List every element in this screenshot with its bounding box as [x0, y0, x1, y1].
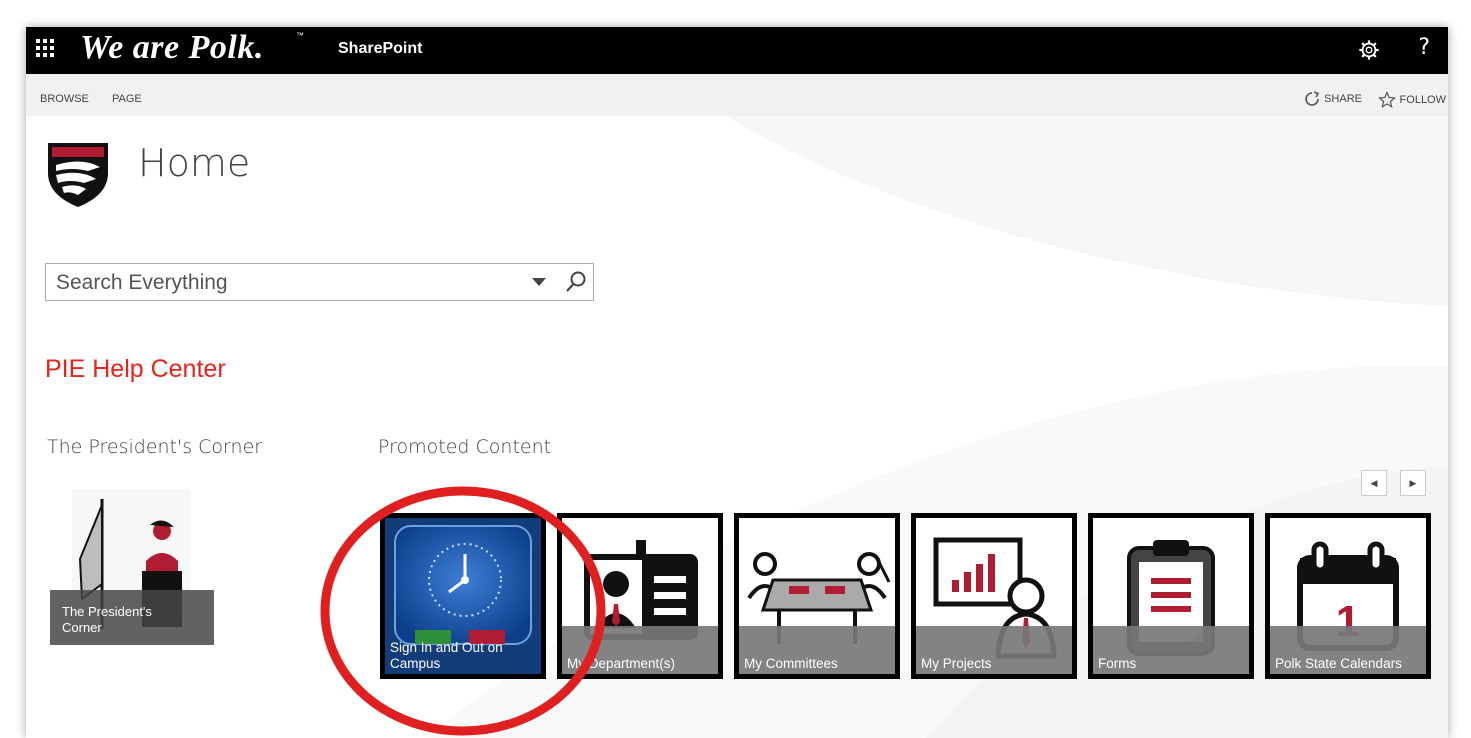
search-icon[interactable]	[564, 270, 588, 294]
page-title: Home	[138, 141, 251, 185]
help-icon[interactable]: ?	[1418, 35, 1430, 60]
share-icon	[1305, 91, 1320, 106]
share-button[interactable]: SHARE	[1304, 91, 1362, 107]
tile-sign-in-out[interactable]: Sign In and Out on Campus	[380, 513, 546, 679]
tile-caption: Sign In and Out on Campus	[390, 640, 503, 672]
tab-browse[interactable]: BROWSE	[40, 93, 89, 105]
caption-line: Campus	[390, 656, 441, 671]
previous-page-button[interactable]: ◀	[1361, 470, 1387, 496]
search-box	[45, 263, 594, 301]
sharepoint-window: We are Polk. ™ SharePoint ? BROWSE PAGE …	[26, 27, 1448, 738]
tile-caption: My Committees	[744, 656, 838, 671]
tile-caption: Polk State Calendars	[1275, 656, 1402, 671]
brand-logo[interactable]: We are Polk.	[80, 29, 264, 67]
tile-forms[interactable]: Forms	[1088, 513, 1254, 679]
tile-my-committees[interactable]: My Committees	[734, 513, 900, 679]
app-name[interactable]: SharePoint	[338, 40, 422, 58]
chevron-left-icon: ◀	[1370, 477, 1378, 488]
tab-page[interactable]: PAGE	[112, 93, 142, 105]
tile-caption: Forms	[1098, 656, 1137, 671]
tile-my-projects[interactable]: My Projects	[911, 513, 1077, 679]
search-input[interactable]	[54, 270, 518, 296]
tile-polk-state-calendars[interactable]: 1 Polk State Calendars	[1265, 513, 1431, 679]
chevron-right-icon: ▶	[1409, 477, 1417, 488]
tile-my-departments[interactable]: My Department(s)	[557, 513, 723, 679]
tile-caption: My Projects	[921, 656, 992, 671]
presidents-corner-heading: The President's Corner	[47, 436, 263, 458]
pie-help-center-link[interactable]: PIE Help Center	[45, 355, 226, 384]
follow-button[interactable]: FOLLOW	[1377, 91, 1446, 109]
promoted-content-heading: Promoted Content	[378, 436, 552, 458]
presidents-corner-tile[interactable]: The President's Corner	[50, 489, 214, 645]
caption-line: Sign In and Out on	[390, 640, 503, 655]
suite-bar: We are Polk. ™ SharePoint ?	[26, 27, 1448, 74]
next-page-button[interactable]: ▶	[1400, 470, 1426, 496]
ribbon-bar: BROWSE PAGE SHARE FOLLOW	[26, 74, 1448, 116]
trademark-mark: ™	[296, 31, 304, 40]
chevron-down-icon[interactable]	[532, 278, 546, 286]
gear-icon[interactable]	[1358, 39, 1380, 61]
caption-line: Corner	[62, 620, 102, 635]
share-label: SHARE	[1324, 93, 1362, 105]
follow-label: FOLLOW	[1399, 94, 1446, 106]
polk-eagle-logo[interactable]	[42, 137, 114, 209]
caption-line: The President's	[62, 604, 152, 619]
star-icon	[1377, 91, 1396, 108]
waffle-icon[interactable]	[34, 37, 56, 59]
presidents-corner-caption: The President's Corner	[50, 590, 214, 645]
tile-caption: My Department(s)	[567, 656, 676, 671]
